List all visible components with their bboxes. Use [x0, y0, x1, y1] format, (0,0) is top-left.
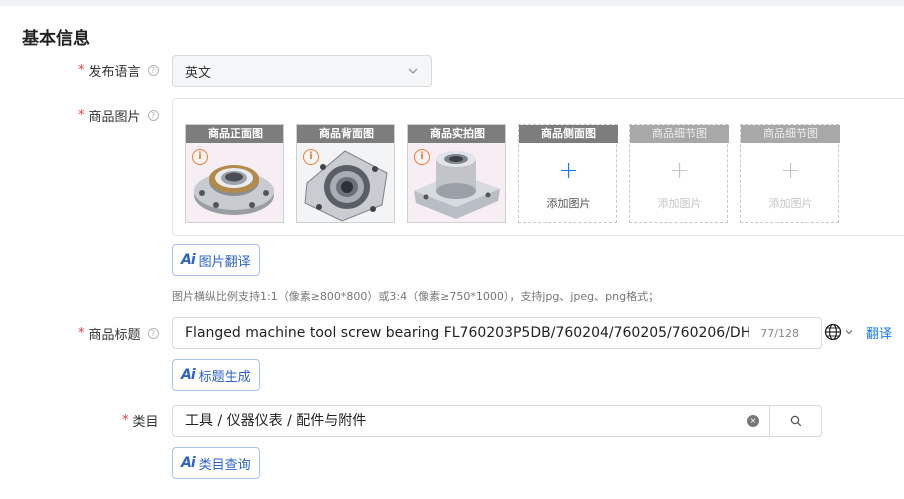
tile-caption: 商品正面图 [186, 125, 283, 143]
top-divider [0, 0, 904, 6]
title-generate-label: 标题生成 [198, 369, 251, 385]
section-title: 基本信息 [22, 29, 90, 49]
tile-caption: 商品细节图 [741, 125, 840, 143]
title-input[interactable]: Flanged machine tool screw bearing FL760… [172, 317, 822, 349]
help-icon[interactable]: ? [147, 328, 159, 339]
title-generate-button[interactable]: Ai 标题生成 [172, 359, 260, 391]
image-translate-label: 图片翻译 [198, 254, 251, 270]
title-label: 商品标题 [88, 328, 141, 343]
image-tile-detail-1: 商品细节图 + 添加图片 [629, 124, 729, 223]
images-label: 商品图片 [88, 110, 141, 125]
ai-icon: Ai [181, 367, 196, 383]
required-mark: * [78, 108, 85, 123]
category-search-button[interactable] [769, 406, 822, 436]
image-tile-front[interactable]: 商品正面图 i [185, 124, 284, 223]
image-tile-detail-2: 商品细节图 + 添加图片 [740, 124, 840, 223]
help-icon[interactable]: ? [147, 110, 159, 121]
add-image-text: 添加图片 [546, 197, 591, 210]
plus-icon: + [780, 156, 801, 184]
title-translate-link[interactable]: 翻译 [866, 323, 892, 342]
chevron-down-icon[interactable] [845, 328, 853, 336]
required-mark: * [78, 63, 85, 78]
category-query-button[interactable]: Ai 类目查询 [172, 447, 260, 479]
ai-icon: Ai [181, 252, 196, 268]
language-label: 发布语言 [88, 65, 141, 80]
warning-icon[interactable]: i [303, 149, 319, 165]
category-value: 工具 / 仪器仪表 / 配件与附件 [185, 413, 367, 429]
required-mark: * [78, 326, 85, 341]
add-image-text: 添加图片 [657, 197, 702, 210]
image-tile-back[interactable]: 商品背面图 i [296, 124, 395, 223]
globe-icon[interactable] [824, 323, 842, 341]
language-label-row: * 发布语言 ? [78, 61, 159, 80]
title-value: Flanged machine tool screw bearing FL760… [185, 325, 749, 341]
language-select[interactable]: 英文 [172, 55, 432, 87]
category-label: 类目 [132, 415, 159, 430]
search-icon [790, 415, 802, 427]
tile-caption: 商品背面图 [297, 125, 394, 143]
category-input[interactable]: 工具 / 仪器仪表 / 配件与附件 × [172, 405, 822, 437]
category-query-label: 类目查询 [198, 457, 251, 473]
help-icon[interactable]: ? [147, 65, 159, 76]
warning-icon[interactable]: i [192, 149, 208, 165]
add-image-text: 添加图片 [768, 197, 813, 210]
tile-caption: 商品实拍图 [408, 125, 505, 143]
ai-icon: Ai [181, 455, 196, 471]
image-tile-side-add[interactable]: 商品侧面图 + 添加图片 [518, 124, 618, 223]
category-label-row: * 类目 [122, 411, 159, 430]
warning-icon[interactable]: i [414, 149, 430, 165]
tile-caption: 商品侧面图 [519, 125, 618, 143]
title-char-count: 77/128 [752, 318, 799, 348]
plus-icon: + [558, 156, 579, 184]
image-tile-real[interactable]: 商品实拍图 i [407, 124, 506, 223]
chevron-down-icon [408, 68, 418, 74]
images-label-row: * 商品图片 ? [78, 106, 159, 125]
language-value: 英文 [185, 65, 212, 81]
title-label-row: * 商品标题 ? [78, 324, 159, 343]
image-hint-text: 图片横纵比例支持1:1（像素≥800*800）或3:4（像素≥750*1000）… [172, 290, 660, 303]
clear-icon[interactable]: × [747, 415, 759, 427]
tile-caption: 商品细节图 [630, 125, 729, 143]
image-translate-button[interactable]: Ai 图片翻译 [172, 244, 260, 276]
plus-icon: + [669, 156, 690, 184]
required-mark: * [122, 413, 129, 428]
